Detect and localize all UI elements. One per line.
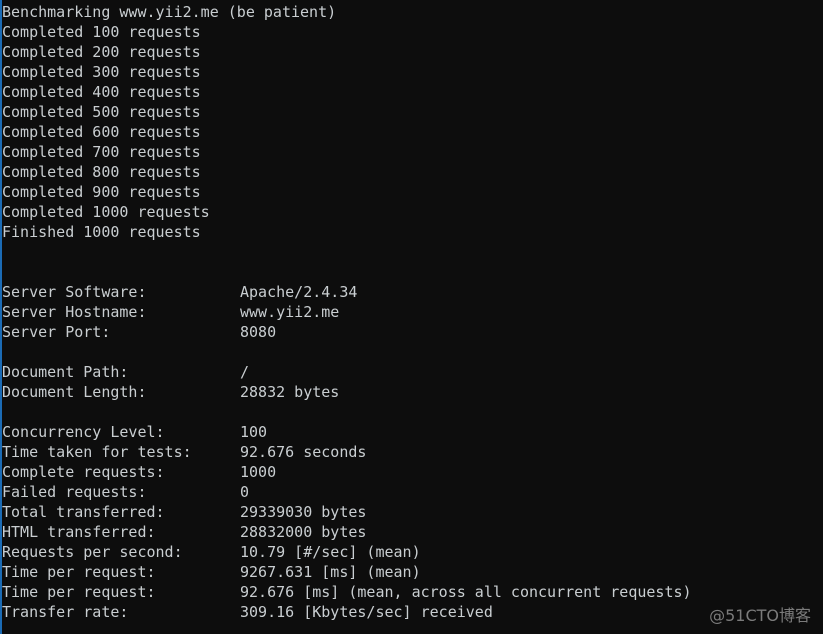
result-row-key: Time per request: [2,563,156,581]
watermark-label: @51CTO博客 [709,606,811,625]
result-row: Requests per second: 10.79 [#/sec] (mean) [2,542,823,562]
server-info-row-value: Apache/2.4.34 [240,283,358,301]
terminal-window: Benchmarking www.yii2.me (be patient) Co… [0,0,823,634]
result-row-key: Time per request: [2,583,156,601]
server-info-row: Server Software: Apache/2.4.34 [2,282,823,302]
server-info-row-value: 8080 [240,323,277,341]
server-info-group: Server Software: Apache/2.4.34 Server Host… [2,282,823,342]
result-row-key: Total transferred: [2,503,165,521]
result-row-value: 29339030 bytes [240,503,367,521]
progress-line: Completed 1000 requests [2,203,210,221]
progress-line: Completed 800 requests [2,163,201,181]
progress-line: Completed 700 requests [2,143,201,161]
progress-line-group: Completed 100 requests Completed 200 requ… [2,22,823,242]
result-row: Time per request: 92.676 [ms] (mean, acro… [2,582,823,602]
result-row: Failed requests: 0 [2,482,823,502]
terminal-console-output[interactable]: Benchmarking www.yii2.me (be patient) Co… [2,2,823,634]
document-info-row-key: Document Length: [2,383,147,401]
progress-line: Completed 200 requests [2,43,201,61]
document-info-row: Document Length: 28832 bytes [2,382,823,402]
result-row-value: 1000 [240,463,277,481]
server-info-row-key: Server Software: [2,283,147,301]
progress-line: Completed 600 requests [2,123,201,141]
result-row-value: 28832000 bytes [240,523,367,541]
server-info-row: Server Port: 8080 [2,322,823,342]
server-info-row-key: Server Hostname: [2,303,147,321]
result-row-key: Concurrency Level: [2,423,165,441]
result-row-value: 0 [240,483,250,501]
progress-line: Completed 100 requests [2,23,201,41]
document-info-row-value: / [240,363,250,381]
progress-line: Completed 300 requests [2,63,201,81]
result-row: Time taken for tests: 92.676 seconds [2,442,823,462]
server-info-row: Server Hostname: www.yii2.me [2,302,823,322]
result-row-value: 92.676 seconds [240,443,367,461]
result-row: Total transferred: 29339030 bytes [2,502,823,522]
benchmark-header-line: Benchmarking www.yii2.me (be patient) [2,3,337,21]
progress-line: Completed 500 requests [2,103,201,121]
result-row: HTML transferred: 28832000 bytes [2,522,823,542]
server-info-row-key: Server Port: [2,323,111,341]
progress-line: Completed 900 requests [2,183,201,201]
result-row-key: HTML transferred: [2,523,156,541]
result-row: Transfer rate: 309.16 [Kbytes/sec] receiv… [2,602,823,622]
result-row-value: 10.79 [#/sec] (mean) [240,543,421,561]
result-row-value: 309.16 [Kbytes/sec] received [240,603,493,621]
result-row: Complete requests: 1000 [2,462,823,482]
result-row: Time per request: 9267.631 [ms] (mean) [2,562,823,582]
result-row-key: Time taken for tests: [2,443,192,461]
result-row-value: 92.676 [ms] (mean, across all concurrent… [240,583,692,601]
document-info-row: Document Path: / [2,362,823,382]
server-info-row-value: www.yii2.me [240,303,340,321]
document-info-row-value: 28832 bytes [240,383,340,401]
result-row-key: Requests per second: [2,543,183,561]
progress-line: Finished 1000 requests [2,223,201,241]
result-row-key: Complete requests: [2,463,165,481]
result-row-value: 100 [240,423,268,441]
result-row: Concurrency Level: 100 [2,422,823,442]
result-row-key: Failed requests: [2,483,147,501]
document-info-row-key: Document Path: [2,363,129,381]
progress-line: Completed 400 requests [2,83,201,101]
result-row-key: Transfer rate: [2,603,129,621]
benchmark-results-group: Concurrency Level: 100 Time taken for test… [2,422,823,622]
result-row-value: 9267.631 [ms] (mean) [240,563,421,581]
document-info-group: Document Path: / Document Length: 28832 byt… [2,362,823,402]
